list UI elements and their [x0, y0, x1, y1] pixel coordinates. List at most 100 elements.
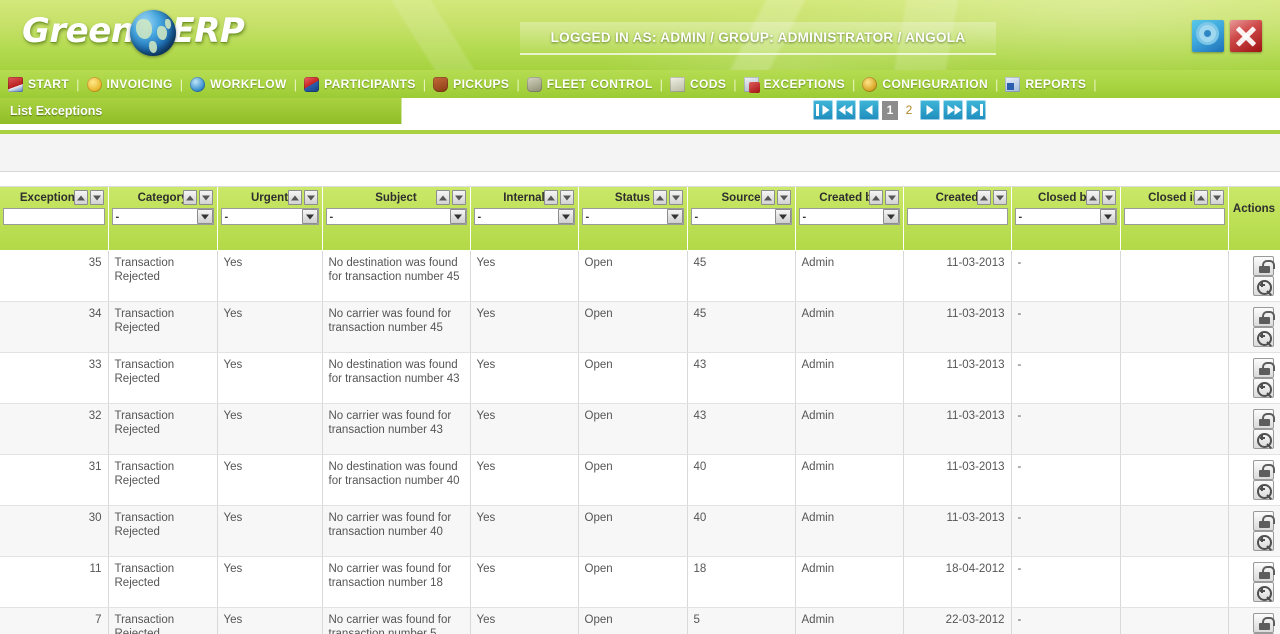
- column-header-label: Actions: [1232, 202, 1276, 215]
- nav-item-participants[interactable]: PARTICIPANTS: [304, 76, 416, 92]
- nav-item-configuration[interactable]: CONFIGURATION: [862, 76, 989, 92]
- nav-item-label: CODS: [689, 77, 727, 91]
- reports-icon: [1005, 76, 1021, 92]
- sort-descending-button[interactable]: [992, 190, 1007, 205]
- sort-ascending-button[interactable]: [1085, 190, 1100, 205]
- table-row[interactable]: 30 Transaction Rejected Yes No carrier was …: [0, 505, 1280, 557]
- sort-ascending-button[interactable]: [182, 190, 197, 205]
- pagination-next-fast-button[interactable]: [943, 100, 963, 120]
- filter-select-created-by[interactable]: -: [798, 208, 900, 225]
- filter-select-status[interactable]: -: [581, 208, 684, 225]
- chevron-down-icon[interactable]: [1099, 209, 1116, 224]
- cell-internal: Yes: [470, 556, 579, 608]
- filter-select-closed-by[interactable]: -: [1014, 208, 1117, 225]
- cell-status: Open: [578, 607, 688, 634]
- nav-item-invoicing[interactable]: INVOICING: [86, 76, 173, 92]
- sort-ascending-button[interactable]: [287, 190, 302, 205]
- filter-select-source[interactable]: -: [690, 208, 792, 225]
- cell-internal: Yes: [470, 301, 579, 353]
- sort-ascending-button[interactable]: [652, 190, 667, 205]
- nav-item-workflow[interactable]: WORKFLOW: [190, 76, 287, 92]
- filter-input-closed-in[interactable]: [1123, 208, 1225, 225]
- sort-descending-button[interactable]: [776, 190, 791, 205]
- sort-descending-button[interactable]: [668, 190, 683, 205]
- filter-input-created[interactable]: [906, 208, 1008, 225]
- view-exception-button[interactable]: [1252, 327, 1274, 347]
- cell-exception-no: 32: [0, 403, 109, 455]
- sort-descending-button[interactable]: [303, 190, 318, 205]
- nav-item-fleet-control[interactable]: FLEET CONTROL: [526, 76, 653, 92]
- nav-item-reports[interactable]: REPORTS: [1005, 76, 1086, 92]
- close-exception-button[interactable]: [1252, 613, 1275, 633]
- nav-item-pickups[interactable]: PICKUPS: [433, 76, 509, 92]
- pagination-page-2[interactable]: 2: [901, 100, 917, 120]
- sort-ascending-button[interactable]: [435, 190, 450, 205]
- chevron-down-icon[interactable]: [666, 209, 683, 224]
- logo[interactable]: Green ERP: [22, 8, 245, 56]
- chevron-down-icon[interactable]: [449, 209, 466, 224]
- filter-select-urgent[interactable]: -: [220, 208, 319, 225]
- chevron-down-icon[interactable]: [301, 209, 318, 224]
- sort-ascending-button[interactable]: [760, 190, 775, 205]
- view-exception-button[interactable]: [1252, 480, 1274, 500]
- view-exception-button[interactable]: [1252, 276, 1274, 296]
- filter-select-category[interactable]: -: [111, 208, 214, 225]
- sort-ascending-button[interactable]: [1193, 190, 1208, 205]
- filter-input-exceptions[interactable]: [3, 208, 105, 225]
- close-exception-button[interactable]: [1252, 562, 1275, 582]
- pagination-last-button[interactable]: [966, 100, 986, 120]
- close-exception-button[interactable]: [1252, 460, 1275, 480]
- table-row[interactable]: 33 Transaction Rejected Yes No destination …: [0, 352, 1280, 404]
- close-button[interactable]: [1230, 20, 1262, 52]
- table-row[interactable]: 34 Transaction Rejected Yes No carrier was …: [0, 301, 1280, 353]
- chevron-down-icon[interactable]: [557, 209, 574, 224]
- settings-button[interactable]: [1192, 20, 1224, 52]
- nav-item-label: CONFIGURATION: [882, 77, 989, 91]
- cell-subject: No carrier was found for transaction num…: [322, 607, 471, 634]
- sort-descending-button[interactable]: [451, 190, 466, 205]
- sort-ascending-button[interactable]: [976, 190, 991, 205]
- chevron-down-icon[interactable]: [882, 209, 899, 224]
- pagination-prev-fast-button[interactable]: [836, 100, 856, 120]
- pagination-next-button[interactable]: [920, 100, 940, 120]
- close-exception-button[interactable]: [1252, 256, 1275, 276]
- cell-actions: [1228, 556, 1280, 608]
- view-exception-button[interactable]: [1252, 429, 1274, 449]
- view-exception-button[interactable]: [1252, 531, 1274, 551]
- pagination-prev-button[interactable]: [859, 100, 879, 120]
- filter-select-subject[interactable]: -: [325, 208, 467, 225]
- sort-ascending-button[interactable]: [73, 190, 88, 205]
- close-exception-button[interactable]: [1252, 358, 1275, 378]
- sort-descending-button[interactable]: [559, 190, 574, 205]
- close-exception-button[interactable]: [1252, 511, 1275, 531]
- chevron-down-icon[interactable]: [774, 209, 791, 224]
- view-exception-button[interactable]: [1252, 582, 1274, 602]
- nav-item-start[interactable]: START: [8, 76, 69, 92]
- nav-separator: |: [733, 76, 737, 92]
- pagination-first-button[interactable]: [813, 100, 833, 120]
- sort-ascending-button[interactable]: [543, 190, 558, 205]
- cell-category: Transaction Rejected: [108, 454, 218, 506]
- pagination-page-1[interactable]: 1: [882, 100, 898, 120]
- column-header-label: Closed in: [1148, 191, 1200, 204]
- table-row[interactable]: 11 Transaction Rejected Yes No carrier was …: [0, 556, 1280, 608]
- table-row[interactable]: 32 Transaction Rejected Yes No carrier was …: [0, 403, 1280, 455]
- sort-descending-button[interactable]: [89, 190, 104, 205]
- sort-descending-button[interactable]: [884, 190, 899, 205]
- chevron-down-icon[interactable]: [196, 209, 213, 224]
- table-row[interactable]: 35 Transaction Rejected Yes No destination …: [0, 250, 1280, 302]
- sort-descending-button[interactable]: [1101, 190, 1116, 205]
- view-exception-button[interactable]: [1252, 378, 1274, 398]
- filter-select-value: -: [802, 210, 807, 223]
- filter-select-internal[interactable]: -: [473, 208, 575, 225]
- sort-descending-button[interactable]: [198, 190, 213, 205]
- nav-item-cods[interactable]: CODS: [669, 76, 727, 92]
- close-exception-button[interactable]: [1252, 307, 1275, 327]
- nav-item-exceptions[interactable]: EXCEPTIONS: [743, 76, 845, 93]
- close-exception-button[interactable]: [1252, 409, 1275, 429]
- sort-descending-button[interactable]: [1209, 190, 1224, 205]
- cell-urgent: Yes: [217, 556, 323, 608]
- table-row[interactable]: 7Transaction RejectedYesNo carrier was f…: [0, 607, 1280, 634]
- table-row[interactable]: 31 Transaction Rejected Yes No destination …: [0, 454, 1280, 506]
- sort-ascending-button[interactable]: [868, 190, 883, 205]
